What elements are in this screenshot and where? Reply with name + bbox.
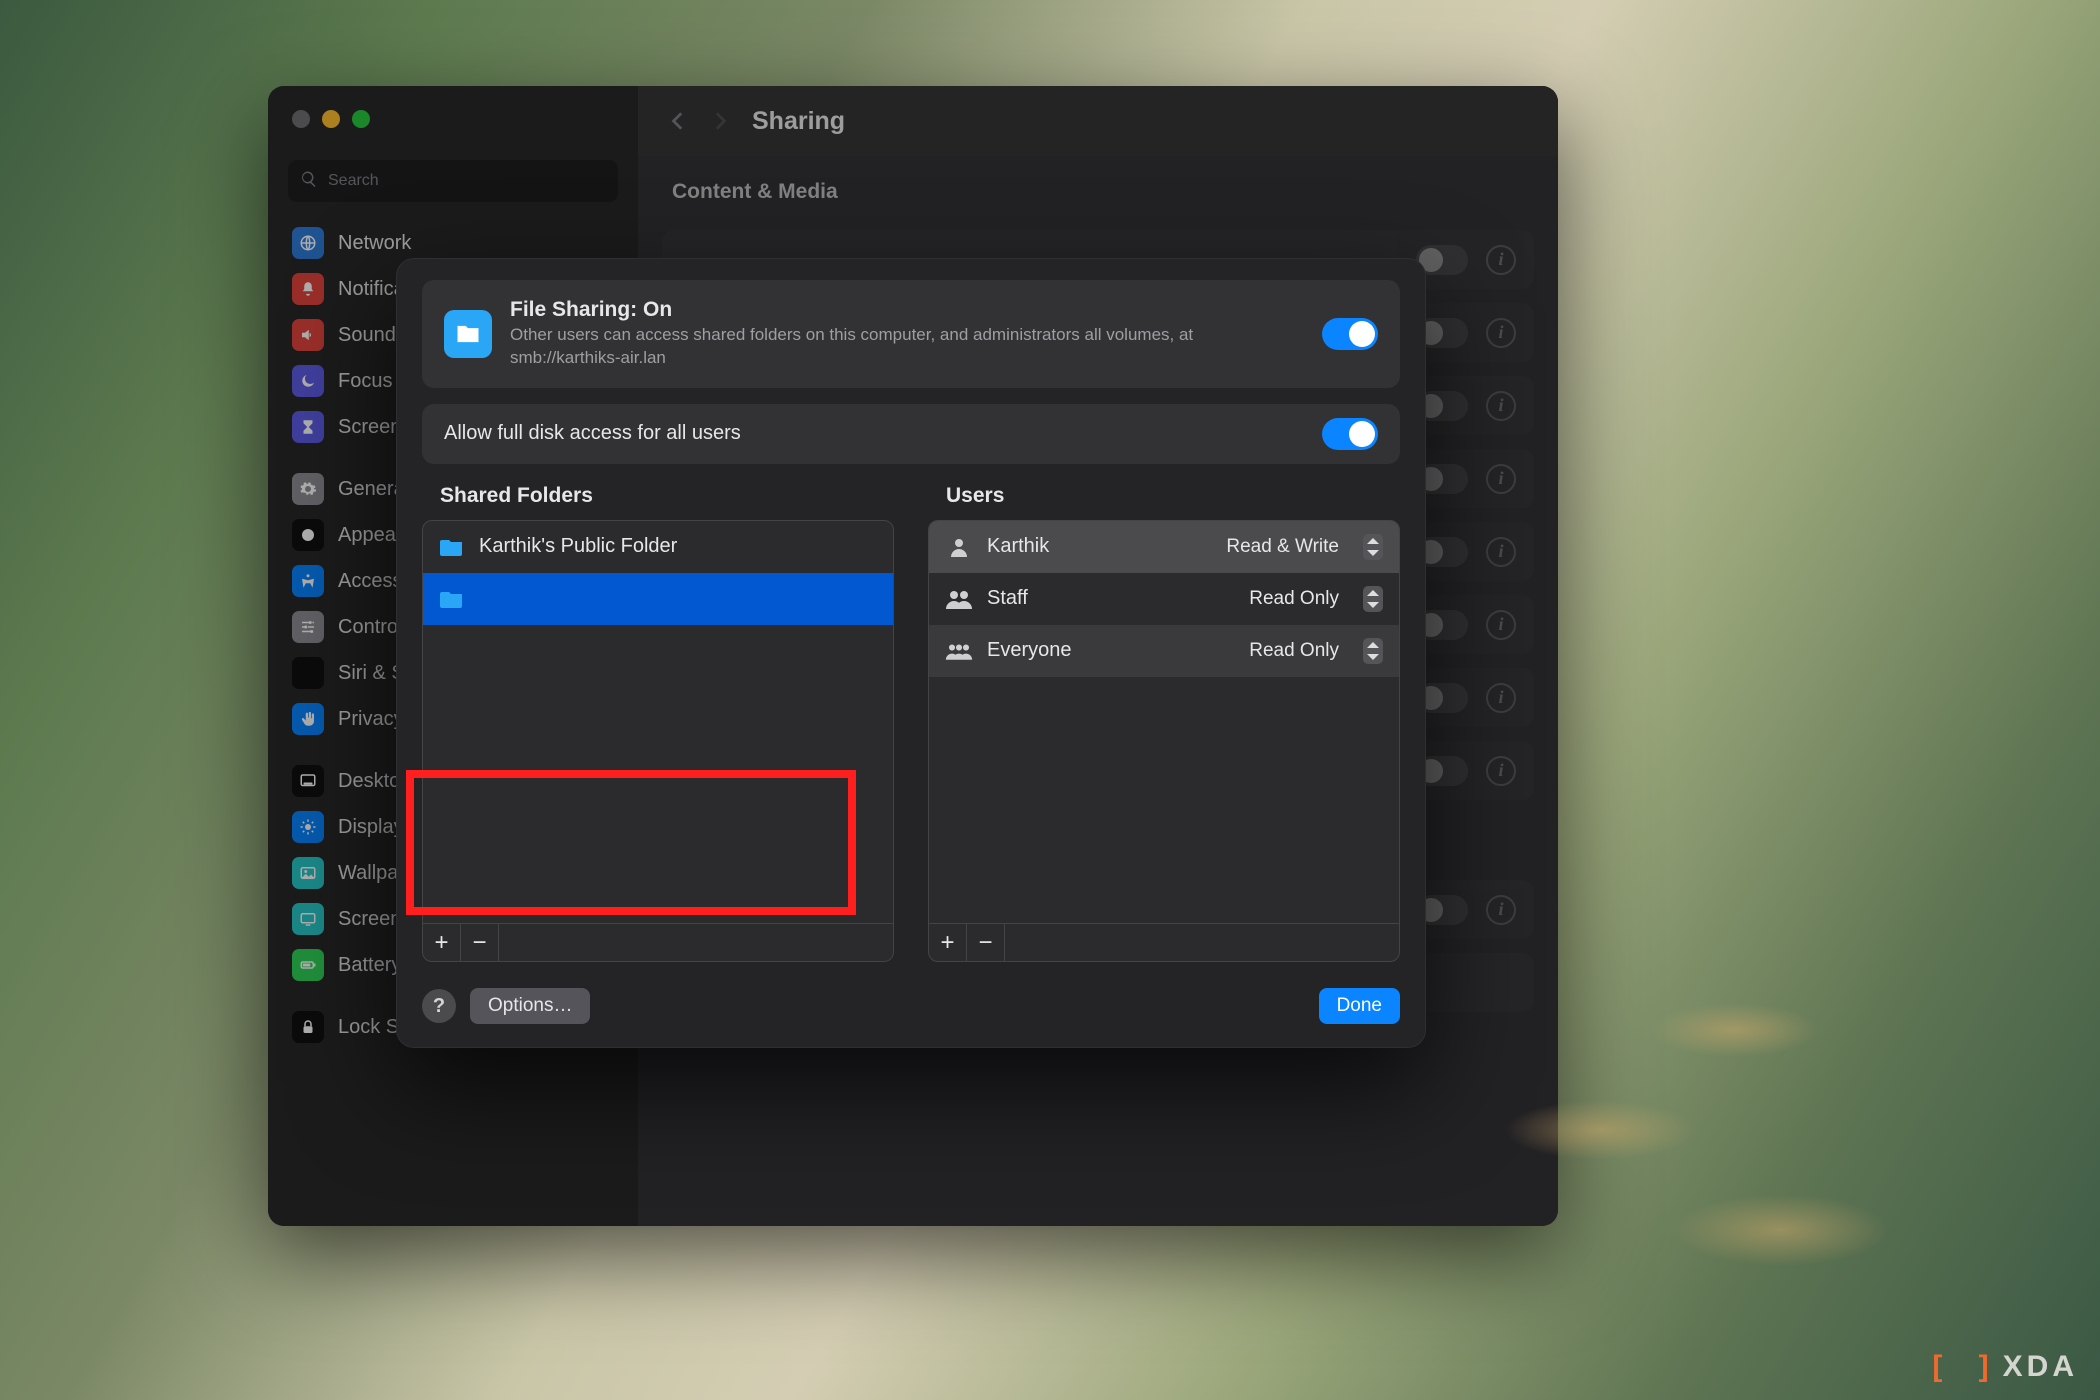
shared-folder-row[interactable]: Karthik's Public Folder <box>423 521 893 573</box>
user-name: Staff <box>987 587 1028 610</box>
appearance-icon <box>292 519 324 551</box>
full-disk-label: Allow full disk access for all users <box>444 422 741 445</box>
users-list[interactable]: KarthikRead & WriteStaffRead OnlyEveryon… <box>928 520 1400 962</box>
search-placeholder: Search <box>328 172 379 190</box>
nav-back-button[interactable] <box>664 108 690 134</box>
info-icon[interactable]: i <box>1486 537 1516 567</box>
nav-forward-button[interactable] <box>708 108 734 134</box>
battery-icon <box>292 949 324 981</box>
access-icon <box>292 565 324 597</box>
user-name: Karthik <box>987 535 1049 558</box>
sidebar-item-label: Battery <box>338 954 401 977</box>
gear-icon <box>292 473 324 505</box>
done-button[interactable]: Done <box>1319 988 1400 1024</box>
bell-icon <box>292 273 324 305</box>
options-button[interactable]: Options… <box>470 988 590 1024</box>
sliders-icon <box>292 611 324 643</box>
user-row[interactable]: Everyone Read Only <box>929 625 1399 677</box>
user-permission: Read Only <box>1249 588 1339 610</box>
moon-icon <box>292 365 324 397</box>
window-controls <box>292 110 370 128</box>
info-icon[interactable]: i <box>1486 245 1516 275</box>
remove-folder-button[interactable]: − <box>461 924 499 961</box>
file-sharing-card: File Sharing: On Other users can access … <box>422 280 1400 388</box>
minimize-button[interactable] <box>322 110 340 128</box>
file-sharing-desc: Other users can access shared folders on… <box>510 324 1240 370</box>
section-heading-content-media: Content & Media <box>638 156 1558 216</box>
permission-stepper[interactable] <box>1363 586 1383 612</box>
user-row[interactable]: Staff Read Only <box>929 573 1399 625</box>
sidebar-item-label: Sound <box>338 324 396 347</box>
users-title: Users <box>928 480 1400 520</box>
user-name: Everyone <box>987 639 1072 662</box>
add-user-button[interactable]: + <box>929 924 967 961</box>
screensaver-icon <box>292 903 324 935</box>
hourglass-icon <box>292 411 324 443</box>
fullscreen-button[interactable] <box>352 110 370 128</box>
folder-name: Karthik's Public Folder <box>479 535 677 558</box>
user-row[interactable]: Karthik Read & Write <box>929 521 1399 573</box>
folder-icon <box>439 589 465 609</box>
info-icon[interactable]: i <box>1486 756 1516 786</box>
close-button[interactable] <box>292 110 310 128</box>
help-button[interactable]: ? <box>422 989 456 1023</box>
topbar: Sharing <box>638 86 1558 156</box>
full-disk-card: Allow full disk access for all users <box>422 404 1400 464</box>
permission-stepper[interactable] <box>1363 534 1383 560</box>
folder-icon <box>439 537 465 557</box>
info-icon[interactable]: i <box>1486 610 1516 640</box>
file-sharing-toggle[interactable] <box>1322 318 1378 350</box>
shared-folders-title: Shared Folders <box>422 480 894 520</box>
globe-icon <box>292 227 324 259</box>
panels: Shared Folders Karthik's Public Folder +… <box>422 480 1400 962</box>
search-icon <box>300 170 318 193</box>
dock-icon <box>292 765 324 797</box>
hand-icon <box>292 703 324 735</box>
sheet-footer: ? Options… Done <box>422 988 1400 1024</box>
sidebar-item-label: Focus <box>338 370 392 393</box>
shared-folders-list[interactable]: Karthik's Public Folder + − <box>422 520 894 962</box>
remove-user-button[interactable]: − <box>967 924 1005 961</box>
shared-folders-panel: Shared Folders Karthik's Public Folder +… <box>422 480 894 962</box>
photo-icon <box>292 857 324 889</box>
page-title: Sharing <box>752 107 845 136</box>
info-icon[interactable]: i <box>1486 683 1516 713</box>
sun-icon <box>292 811 324 843</box>
file-sharing-sheet: File Sharing: On Other users can access … <box>396 258 1426 1048</box>
sound-icon <box>292 319 324 351</box>
file-sharing-title: File Sharing: On <box>510 298 1240 322</box>
shared-folder-row[interactable] <box>423 573 893 625</box>
search-field[interactable]: Search <box>288 160 618 202</box>
add-folder-button[interactable]: + <box>423 924 461 961</box>
users-panel: Users KarthikRead & WriteStaffRead OnlyE… <box>928 480 1400 962</box>
info-icon[interactable]: i <box>1486 318 1516 348</box>
xda-watermark: [ ] XDA <box>1932 1350 2078 1384</box>
full-disk-toggle[interactable] <box>1322 418 1378 450</box>
user-permission: Read Only <box>1249 640 1339 662</box>
sidebar-item-label: Network <box>338 232 411 255</box>
info-icon[interactable]: i <box>1486 464 1516 494</box>
file-sharing-icon <box>444 310 492 358</box>
permission-stepper[interactable] <box>1363 638 1383 664</box>
lock-icon <box>292 1011 324 1043</box>
siri-icon <box>292 657 324 689</box>
info-icon[interactable]: i <box>1486 391 1516 421</box>
info-icon[interactable]: i <box>1486 895 1516 925</box>
user-permission: Read & Write <box>1226 536 1339 558</box>
